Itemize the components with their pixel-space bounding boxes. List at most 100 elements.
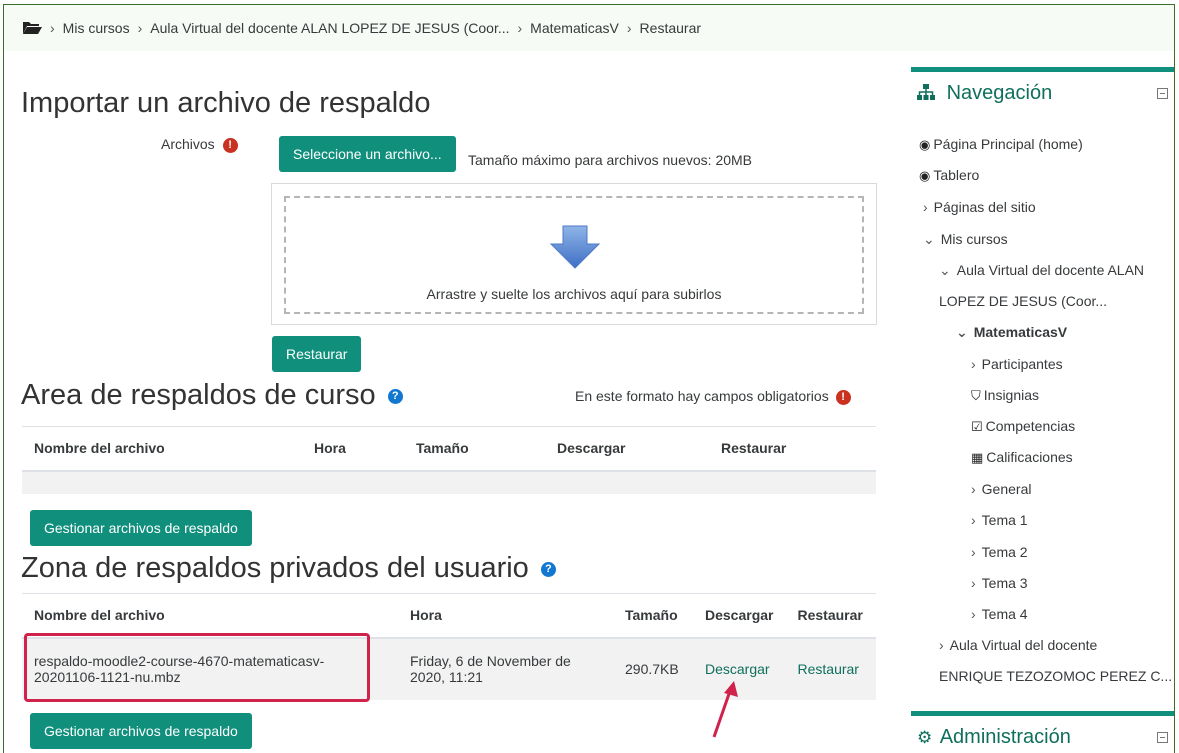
nav-topic-2[interactable]: › Tema 2 [971, 544, 1028, 560]
collapse-icon[interactable] [1157, 88, 1168, 99]
nav-topic-4[interactable]: › Tema 4 [971, 606, 1028, 622]
col-time[interactable]: Hora [302, 426, 404, 472]
col-download[interactable]: Descargar [545, 426, 709, 472]
administration-title-text: Administración [939, 726, 1071, 748]
nav-course-alan-line1: Aula Virtual del docente ALAN [956, 262, 1145, 278]
required-icon: ! [222, 137, 238, 153]
file-time-line2: 2020, 11:21 [410, 669, 483, 685]
nav-dashboard-label: Tablero [933, 167, 980, 183]
folder-icon[interactable] [22, 21, 42, 35]
breadcrumb-separator: › [626, 20, 632, 36]
shield-icon: ⛉ [971, 388, 981, 403]
chevron-right-icon: › [939, 637, 944, 653]
nav-general[interactable]: › General [971, 481, 1031, 497]
nav-badges-label: Insignias [983, 387, 1040, 403]
file-time-line1: Friday, 6 de November de [410, 653, 571, 669]
course-backup-title: Area de respaldos de curso ? [21, 379, 403, 412]
nav-topic-1[interactable]: › Tema 1 [971, 512, 1028, 528]
chevron-right-icon: › [971, 575, 976, 591]
files-label-text: Archivos [161, 136, 215, 152]
breadcrumb-separator: › [50, 20, 55, 36]
nav-home-label: Página Principal (home) [933, 136, 1083, 152]
chevron-right-icon: › [971, 481, 976, 497]
nav-participants-label: Participantes [981, 356, 1063, 372]
col-download[interactable]: Descargar [693, 593, 786, 639]
nav-course-enrique-line1: Aula Virtual del docente [949, 637, 1098, 653]
breadcrumb-course[interactable]: Aula Virtual del docente ALAN LOPEZ DE J… [150, 20, 509, 36]
col-restore[interactable]: Restaurar [785, 593, 876, 639]
chevron-right-icon: › [971, 356, 976, 372]
breadcrumb-separator: › [517, 20, 523, 36]
manage-user-backups-button[interactable]: Gestionar archivos de respaldo [30, 713, 252, 749]
navigation-title: Navegación [917, 82, 1052, 105]
required-icon: ! [835, 389, 851, 405]
manage-course-backups-button[interactable]: Gestionar archivos de respaldo [30, 510, 252, 546]
collapse-icon[interactable] [1157, 732, 1168, 743]
restore-link[interactable]: Restaurar [785, 637, 876, 700]
checkbox-icon: ☑ [971, 419, 983, 434]
administration-block: ⚙ Administración [911, 711, 1174, 753]
nav-badges[interactable]: ⛉ Insignias [971, 387, 1039, 404]
table-empty-row [22, 470, 876, 494]
cogs-icon: ⚙ [917, 728, 933, 747]
dashboard-icon: ◉ [919, 137, 931, 152]
nav-current-course-label: MatematicasV [973, 324, 1068, 340]
col-size[interactable]: Tamaño [404, 426, 545, 472]
nav-competencies[interactable]: ☑ Competencias [971, 418, 1075, 435]
col-time[interactable]: Hora [398, 593, 613, 639]
dashboard-icon: ◉ [919, 168, 931, 183]
col-restore[interactable]: Restaurar [709, 426, 876, 472]
nav-site-pages[interactable]: › Páginas del sitio [923, 199, 1036, 215]
choose-file-button[interactable]: Seleccione un archivo... [279, 136, 456, 172]
files-label: Archivos ! [161, 136, 238, 153]
nav-topic-3[interactable]: › Tema 3 [971, 575, 1028, 591]
nav-course-enrique[interactable]: › Aula Virtual del docente [939, 637, 1097, 653]
col-filename[interactable]: Nombre del archivo [22, 426, 302, 472]
nav-grades[interactable]: ▦ Calificaciones [971, 449, 1073, 466]
chevron-down-icon: ⌄ [923, 231, 935, 247]
nav-course-enrique-line2[interactable]: ENRIQUE TEZOZOMOC PEREZ C... [939, 668, 1172, 684]
user-backup-title: Zona de respaldos privados del usuario ? [21, 552, 556, 585]
nav-dashboard[interactable]: ◉ Tablero [919, 167, 979, 184]
help-icon[interactable]: ? [540, 561, 556, 577]
breadcrumb-separator: › [137, 20, 143, 36]
restore-button[interactable]: Restaurar [272, 336, 362, 372]
nav-course-alan-line2[interactable]: LOPEZ DE JESUS (Coor... [939, 293, 1107, 309]
nav-site-pages-label: Páginas del sitio [933, 199, 1036, 215]
nav-current-course[interactable]: ⌄ MatematicasV [956, 324, 1067, 341]
nav-topic-3-label: Tema 3 [981, 575, 1028, 591]
nav-participants[interactable]: › Participantes [971, 356, 1063, 372]
red-arrow-annotation [712, 681, 738, 738]
breadcrumb-current: Restaurar [639, 20, 702, 36]
nav-home[interactable]: ◉ Página Principal (home) [919, 136, 1083, 153]
chevron-down-icon: ⌄ [939, 262, 951, 278]
nav-topic-4-label: Tema 4 [981, 606, 1028, 622]
course-backup-table: Nombre del archivo Hora Tamaño Descargar… [22, 426, 876, 494]
file-time-cell: Friday, 6 de November de 2020, 11:21 [398, 637, 613, 700]
nav-course-alan[interactable]: ⌄ Aula Virtual del docente ALAN [939, 262, 1144, 279]
chevron-right-icon: › [971, 512, 976, 528]
help-icon[interactable]: ? [387, 388, 403, 404]
navigation-title-text: Navegación [946, 82, 1053, 104]
col-size[interactable]: Tamaño [613, 593, 693, 639]
table-header-row: Nombre del archivo Hora Tamaño Descargar… [22, 426, 876, 472]
navigation-block: Navegación ◉ Página Principal (home) ◉ Tab… [911, 67, 1174, 697]
breadcrumb-my-courses[interactable]: Mis cursos [63, 20, 130, 36]
file-size-cell: 290.7KB [613, 637, 693, 700]
chevron-right-icon: › [971, 606, 976, 622]
chevron-down-icon: ⌄ [956, 324, 968, 340]
nav-general-label: General [981, 481, 1032, 497]
dropzone[interactable]: Arrastre y suelte los archivos aquí para… [271, 183, 877, 325]
breadcrumb-subject[interactable]: MatematicasV [530, 20, 619, 36]
dropzone-area[interactable]: Arrastre y suelte los archivos aquí para… [284, 196, 864, 314]
import-title: Importar un archivo de respaldo [21, 87, 431, 119]
nav-topic-1-label: Tema 1 [981, 512, 1028, 528]
down-arrow-icon [549, 225, 601, 269]
drop-instructions: Arrastre y suelte los archivos aquí para… [426, 286, 722, 302]
table-icon: ▦ [971, 450, 984, 465]
nav-my-courses[interactable]: ⌄ Mis cursos [923, 231, 1008, 248]
breadcrumb: › Mis cursos › Aula Virtual del docente … [4, 5, 1174, 51]
col-filename[interactable]: Nombre del archivo [22, 593, 398, 639]
nav-my-courses-label: Mis cursos [940, 231, 1008, 247]
required-note: En este formato hay campos obligatorios … [575, 388, 851, 405]
